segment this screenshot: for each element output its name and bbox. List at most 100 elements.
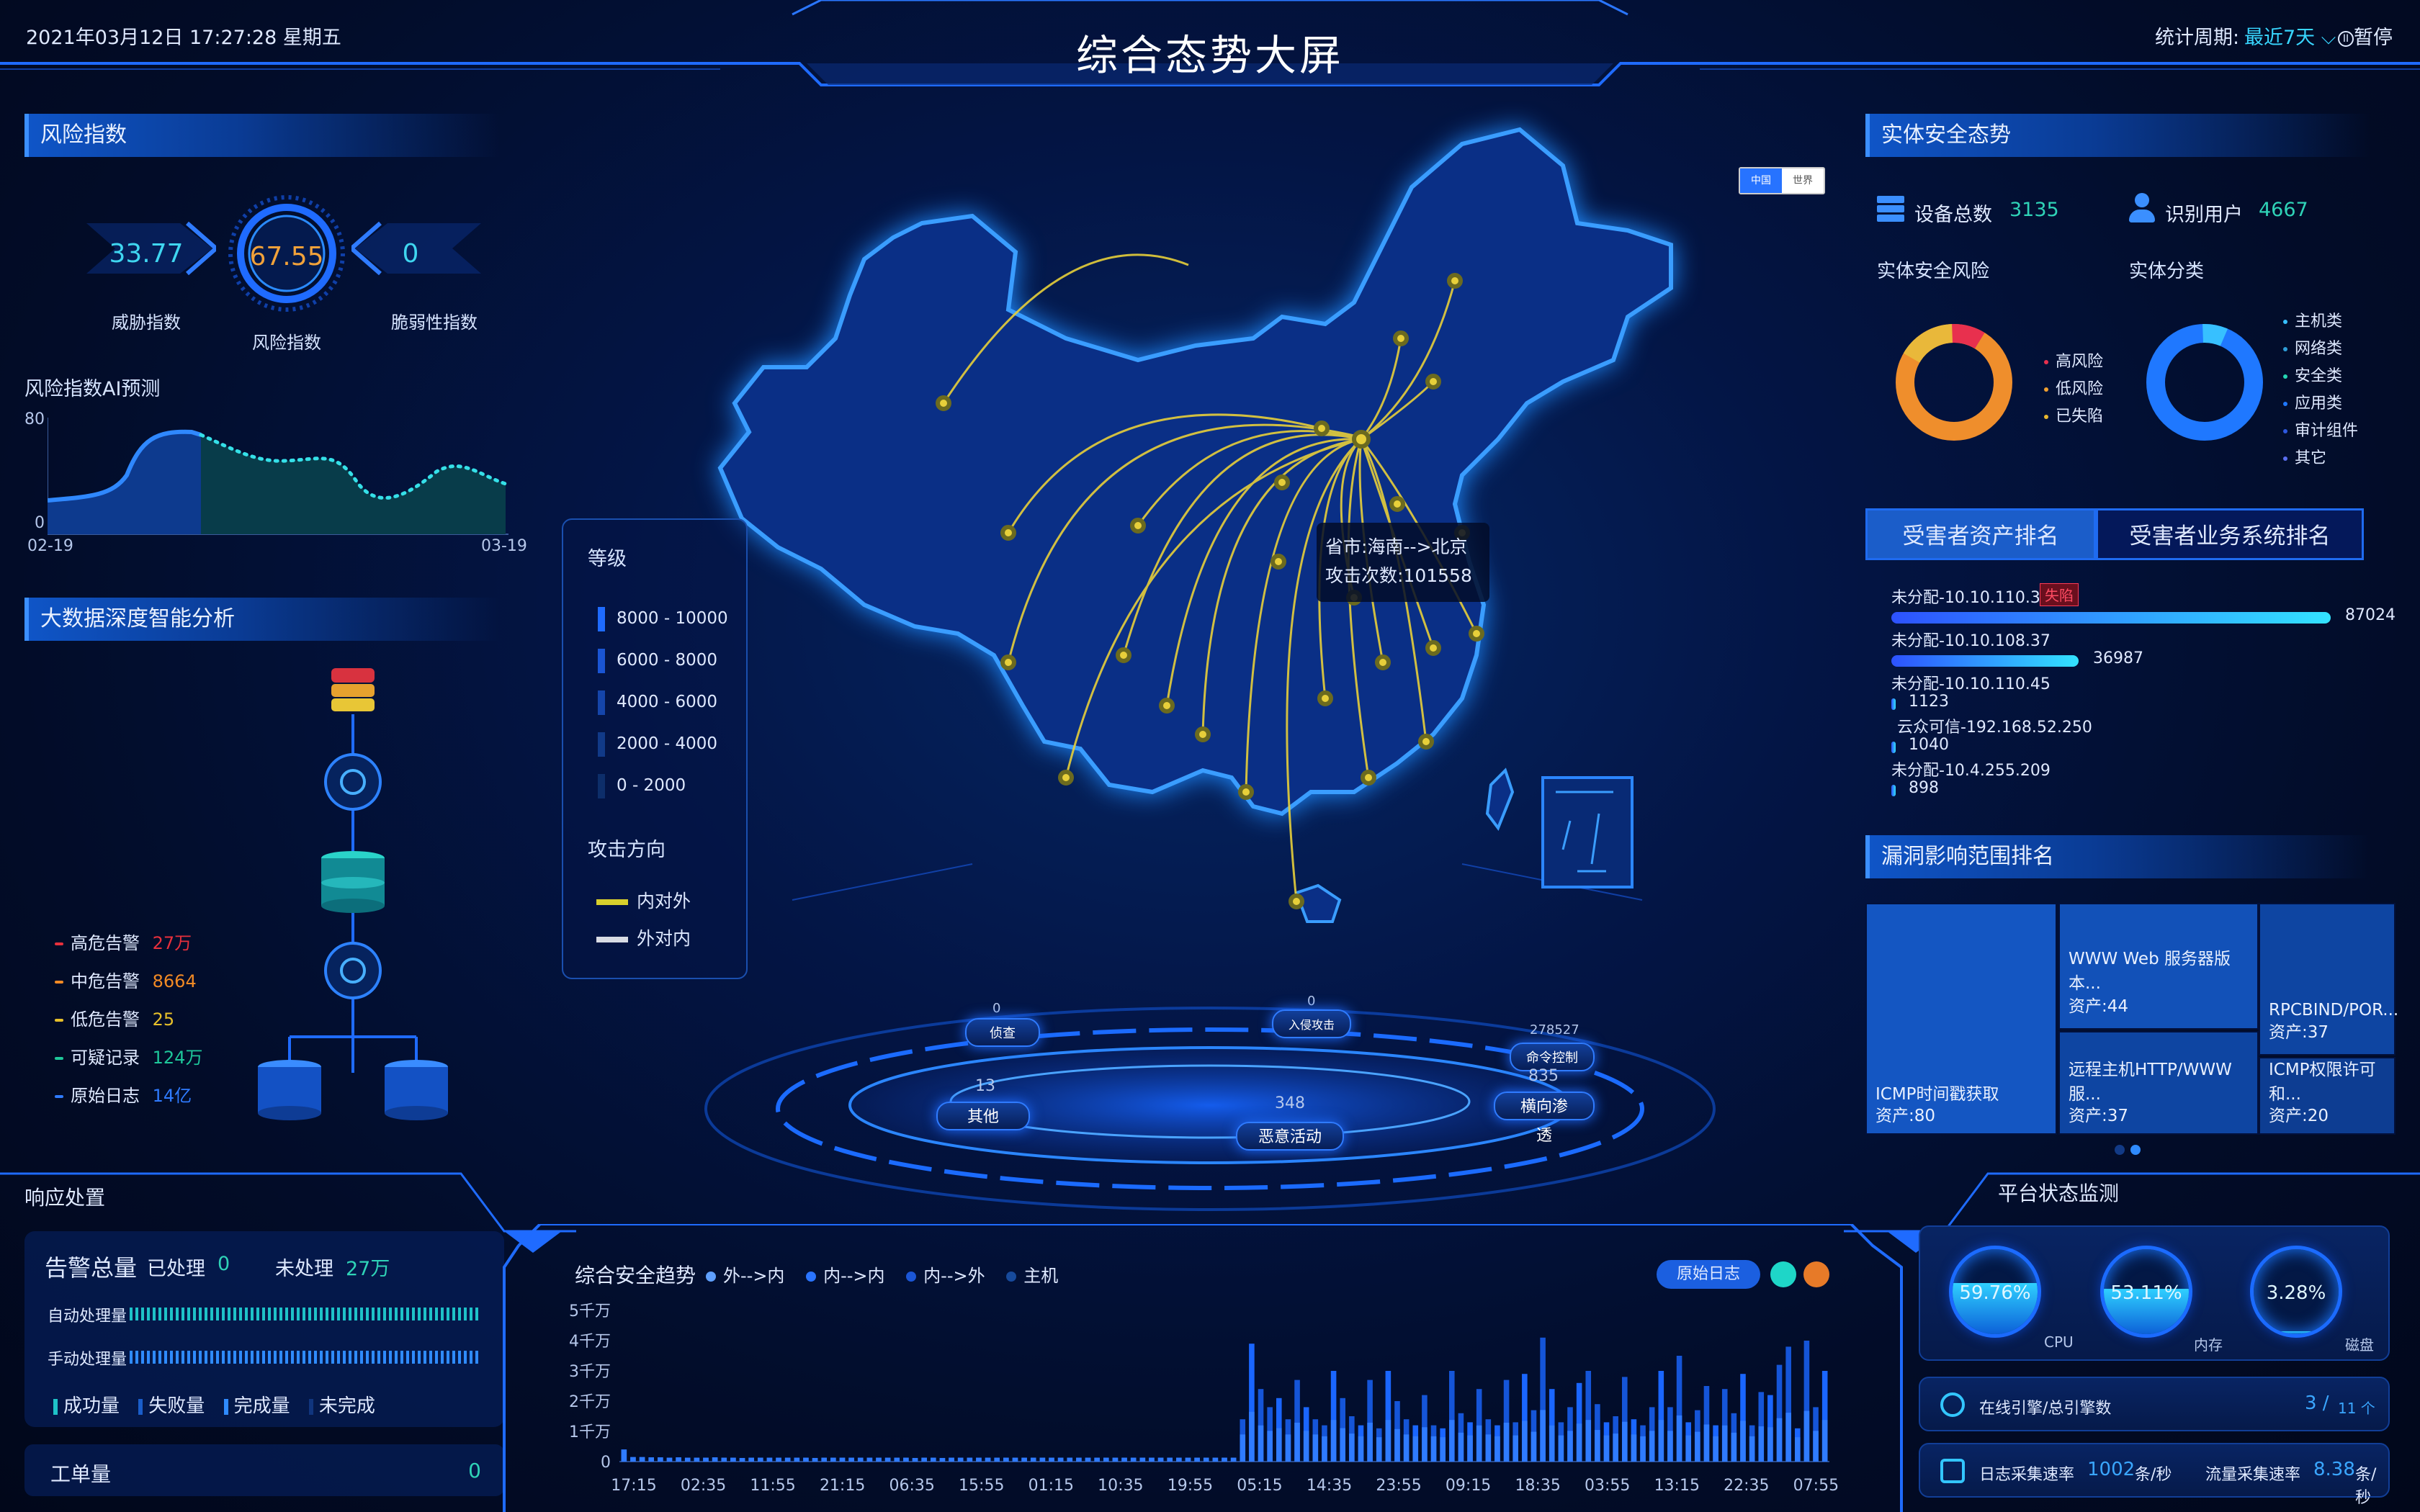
flow-rate-value: 8.38 bbox=[2313, 1459, 2355, 1480]
rank-item-name[interactable]: 未分配-10.10.110.39 bbox=[1891, 585, 2051, 608]
trend-bar-inner bbox=[1767, 1427, 1773, 1462]
trend-bar-inner bbox=[994, 1457, 1000, 1462]
tab-victim-systems[interactable]: 受害者业务系统排名 bbox=[2096, 508, 2364, 560]
color-toggle-orange[interactable] bbox=[1803, 1261, 1829, 1287]
compromised-swatch bbox=[2044, 415, 2048, 419]
legend-out-in[interactable]: 外-->内 bbox=[723, 1266, 784, 1286]
trend-bar-inner bbox=[1795, 1437, 1801, 1462]
log-rate-unit: 条/秒 bbox=[2135, 1466, 2172, 1484]
stage-intrusion-button[interactable]: 入侵攻击 bbox=[1272, 1009, 1351, 1038]
map-area[interactable] bbox=[634, 101, 1829, 1224]
undone-label: 未完成 bbox=[318, 1395, 375, 1417]
trend-bar-inner bbox=[1067, 1457, 1073, 1462]
stage-lateral-button[interactable]: 横向渗透 bbox=[1494, 1092, 1595, 1145]
trend-bar-inner bbox=[1176, 1457, 1182, 1462]
level-item[interactable]: 2000 - 4000 bbox=[598, 723, 728, 765]
trend-bar-inner bbox=[1403, 1434, 1410, 1462]
color-toggle-teal[interactable] bbox=[1770, 1261, 1796, 1287]
trend-bar-inner bbox=[1721, 1425, 1728, 1462]
work-order-card[interactable]: 工单量 0 bbox=[24, 1444, 504, 1496]
period-value: 最近7天 bbox=[2244, 27, 2316, 49]
rank-item-name[interactable]: 未分配-10.10.108.37 bbox=[1891, 628, 2051, 651]
legend-host[interactable]: 主机 bbox=[1023, 1266, 1058, 1286]
suspicious-label: 可疑记录 bbox=[71, 1048, 140, 1068]
entity-risk-legend: 高风险 低风险 已失陷 bbox=[2044, 348, 2103, 431]
direction-in[interactable]: 外对内 bbox=[596, 924, 691, 950]
trend-bar-inner bbox=[866, 1457, 873, 1462]
c2-label: 命令控制 bbox=[1526, 1050, 1578, 1066]
rank-item-name[interactable]: 云众可信-192.168.52.250 bbox=[1897, 714, 2092, 737]
treemap-cell[interactable]: RPCBIND/POR... 资产:37 bbox=[2259, 903, 2398, 1056]
rank-item-value: 898 bbox=[1909, 779, 1939, 797]
direction-out[interactable]: 内对外 bbox=[596, 887, 691, 913]
treemap-cell[interactable]: 远程主机HTTP/WWW服... 资产:37 bbox=[2058, 1031, 2259, 1135]
level-item[interactable]: 6000 - 8000 bbox=[598, 639, 728, 681]
users-value: 4667 bbox=[2259, 199, 2308, 221]
trend-bar-inner bbox=[1622, 1421, 1628, 1462]
unhandled-label: 未处理 bbox=[275, 1258, 333, 1280]
cat-legend-item: 主机类 bbox=[2283, 308, 2358, 336]
legend-in-in[interactable]: 内-->内 bbox=[823, 1266, 884, 1286]
treemap-cell-name: ICMP时间戳获取 bbox=[1876, 1085, 1999, 1104]
cat-swatch bbox=[2283, 320, 2287, 324]
treemap-cell[interactable]: WWW Web 服务器版本... 资产:44 bbox=[2058, 903, 2259, 1030]
legend-in-out[interactable]: 内-->外 bbox=[923, 1266, 985, 1286]
malicious-value: 348 bbox=[1275, 1094, 1305, 1112]
y-tick-label: 1千万 bbox=[569, 1423, 611, 1441]
rank-item-name[interactable]: 未分配-10.4.255.209 bbox=[1891, 757, 2051, 780]
high-alert-swatch bbox=[55, 942, 63, 945]
toggle-world[interactable]: 世界 bbox=[1782, 168, 1824, 193]
y-tick-label: 0 bbox=[601, 1454, 611, 1472]
rank-item-name[interactable]: 未分配-10.10.110.45 bbox=[1891, 671, 2051, 694]
engine-value: 3 / bbox=[2305, 1392, 2329, 1414]
trend-bar-inner bbox=[1558, 1435, 1564, 1462]
x-tick-label: 06:35 bbox=[889, 1477, 935, 1495]
trend-bar-inner bbox=[957, 1457, 964, 1462]
y-tick-label: 3千万 bbox=[569, 1363, 611, 1381]
stage-recon-button[interactable]: 侦查 bbox=[965, 1018, 1040, 1047]
response-title: 响应处置 bbox=[24, 1186, 106, 1210]
map-scope-toggle[interactable]: 中国 世界 bbox=[1739, 167, 1825, 194]
toggle-china[interactable]: 中国 bbox=[1740, 168, 1782, 193]
disk-gauge: 3.28% bbox=[2250, 1246, 2342, 1338]
treemap-cell-assets: 资产:37 bbox=[2069, 1107, 2129, 1125]
trend-bar-inner bbox=[1049, 1457, 1054, 1462]
trend-bar-inner bbox=[1476, 1425, 1482, 1462]
trend-bar-inner bbox=[931, 1457, 936, 1462]
recon-label: 侦查 bbox=[990, 1026, 1016, 1041]
stage-other-button[interactable]: 其他 bbox=[936, 1102, 1030, 1130]
level-item[interactable]: 8000 - 10000 bbox=[598, 598, 728, 639]
treemap-cell[interactable]: ICMP权限许可和... 资产:20 bbox=[2259, 1057, 2396, 1135]
tab-victim-assets[interactable]: 受害者资产排名 bbox=[1865, 508, 2096, 560]
bigdata-legend: 高危告警 27万 中危告警 8664 低危告警 25 可疑记录 124万 原始日… bbox=[55, 929, 202, 1120]
out-swatch bbox=[596, 899, 628, 905]
pause-button[interactable]: II 暂停 bbox=[2338, 22, 2393, 50]
x-tick-label: 02:35 bbox=[681, 1477, 726, 1495]
pager-dot-active[interactable] bbox=[2130, 1145, 2141, 1155]
level-title: 等级 bbox=[588, 548, 627, 570]
trend-bar-inner bbox=[1021, 1457, 1027, 1462]
trend-bar-inner bbox=[1222, 1457, 1227, 1462]
level-item[interactable]: 4000 - 6000 bbox=[598, 681, 728, 723]
treemap-cell[interactable]: ICMP时间戳获取 资产:80 bbox=[1865, 903, 2057, 1135]
level-label: 2000 - 4000 bbox=[617, 734, 717, 753]
risk-panel-title: 风险指数 bbox=[24, 114, 500, 157]
raw-log-button[interactable]: 原始日志 bbox=[1657, 1260, 1760, 1289]
legend-low-alert: 低危告警 25 bbox=[55, 1005, 202, 1043]
suspicious-value: 124万 bbox=[152, 1048, 203, 1068]
level-item[interactable]: 0 - 2000 bbox=[598, 765, 728, 806]
trend-bar-inner bbox=[1285, 1434, 1291, 1462]
trend-bar-inner bbox=[1076, 1457, 1082, 1462]
period-select[interactable]: 最近7天 ⌵ bbox=[2244, 22, 2336, 50]
cpu-gauge: 59.76% bbox=[1949, 1246, 2041, 1338]
trend-bar-inner bbox=[1567, 1431, 1573, 1462]
entity-category-title: 实体分类 bbox=[2129, 261, 2205, 282]
trend-bar-inner bbox=[1685, 1435, 1691, 1462]
cat-label: 应用类 bbox=[2295, 395, 2343, 413]
trend-bar-inner bbox=[1240, 1434, 1246, 1462]
pager-dot[interactable] bbox=[2115, 1145, 2125, 1155]
manual-handle-bar bbox=[130, 1351, 480, 1364]
x-tick-label: 01:15 bbox=[1028, 1477, 1074, 1495]
stage-malicious-button[interactable]: 恶意活动 bbox=[1236, 1122, 1344, 1151]
vuln-panel-title: 漏洞影响范围排名 bbox=[1865, 835, 2370, 878]
